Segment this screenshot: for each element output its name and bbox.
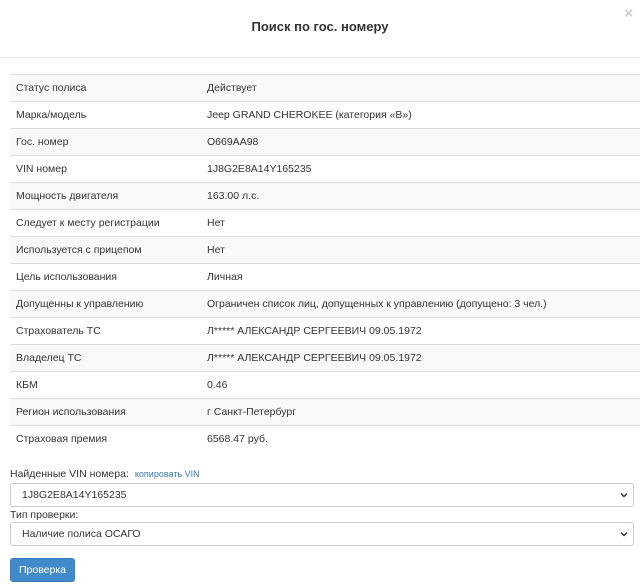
- vin-select[interactable]: 1J8G2E8A14Y165235: [10, 483, 634, 507]
- policy-info-table: Статус полиса Действует Марка/модель Jeep …: [10, 74, 640, 453]
- row-value: 0.46: [201, 371, 640, 399]
- row-label: Страхователь ТС: [10, 317, 201, 345]
- row-label: Используется с прицепом: [10, 236, 201, 264]
- table-row: КБМ 0.46: [10, 371, 640, 399]
- vin-section-label: Найденные VIN номера:: [10, 468, 129, 480]
- chevron-down-icon: [620, 493, 628, 498]
- row-value: Jeep GRAND CHEROKEE (категория «B»): [201, 101, 640, 129]
- row-value: 163.00 л.с.: [201, 182, 640, 210]
- table-row: Допущенны к управлению Ограничен список л…: [10, 290, 640, 318]
- table-row: Статус полиса Действует: [10, 74, 640, 102]
- vin-select-value: 1J8G2E8A14Y165235: [22, 489, 127, 501]
- row-label: Мощность двигателя: [10, 182, 201, 210]
- row-label: Регион использования: [10, 398, 201, 426]
- table-row: Гос. номер О669АА98: [10, 128, 640, 156]
- row-label: Статус полиса: [10, 74, 201, 102]
- row-value: 1J8G2E8A14Y165235: [201, 155, 640, 183]
- table-row: Владелец ТС Л***** АЛЕКСАНДР СЕРГЕЕВИЧ 09…: [10, 344, 640, 372]
- table-row: Регион использования г Санкт-Петербург: [10, 398, 640, 426]
- table-row: Следует к месту регистрации Нет: [10, 209, 640, 237]
- chevron-down-icon: [620, 532, 628, 537]
- table-row: Марка/модель Jeep GRAND CHEROKEE (категор…: [10, 101, 640, 129]
- table-row: Цель использования Личная: [10, 263, 640, 291]
- check-type-select[interactable]: Наличие полиса ОСАГО: [10, 522, 634, 546]
- row-value: Нет: [201, 236, 640, 264]
- row-value: О669АА98: [201, 128, 640, 156]
- row-value: г Санкт-Петербург: [201, 398, 640, 426]
- table-row: Мощность двигателя 163.00 л.с.: [10, 182, 640, 210]
- row-label: Владелец ТС: [10, 344, 201, 372]
- row-value: Л***** АЛЕКСАНДР СЕРГЕЕВИЧ 09.05.1972: [201, 317, 640, 345]
- copy-vin-link[interactable]: копировать VIN: [135, 469, 200, 479]
- table-row: Используется с прицепом Нет: [10, 236, 640, 264]
- row-value: Ограничен список лиц, допущенных к управ…: [201, 290, 640, 318]
- modal-title: Поиск по гос. номеру: [251, 19, 389, 34]
- row-label: Допущенны к управлению: [10, 290, 201, 318]
- row-label: Марка/модель: [10, 101, 201, 129]
- row-value: Личная: [201, 263, 640, 291]
- row-label: Цель использования: [10, 263, 201, 291]
- check-type-select-value: Наличие полиса ОСАГО: [22, 528, 141, 540]
- row-value: 6568.47 руб.: [201, 425, 640, 453]
- modal-header: Поиск по гос. номеру ×: [0, 0, 640, 58]
- row-value: Л***** АЛЕКСАНДР СЕРГЕЕВИЧ 09.05.1972: [201, 344, 640, 372]
- row-value: Действует: [201, 74, 640, 102]
- row-value: Нет: [201, 209, 640, 237]
- vin-section-label-wrap: Найденные VIN номера: копировать VIN: [10, 468, 200, 480]
- row-label: Следует к месту регистрации: [10, 209, 201, 237]
- row-label: КБМ: [10, 371, 201, 399]
- close-icon[interactable]: ×: [624, 6, 633, 21]
- check-type-label: Тип проверки:: [10, 509, 79, 521]
- table-row: Страхователь ТС Л***** АЛЕКСАНДР СЕРГЕЕВИ…: [10, 317, 640, 345]
- table-row: Страховая премия 6568.47 руб.: [10, 425, 640, 453]
- check-button[interactable]: Проверка: [10, 558, 75, 582]
- row-label: VIN номер: [10, 155, 201, 183]
- row-label: Гос. номер: [10, 128, 201, 156]
- table-row: VIN номер 1J8G2E8A14Y165235: [10, 155, 640, 183]
- row-label: Страховая премия: [10, 425, 201, 453]
